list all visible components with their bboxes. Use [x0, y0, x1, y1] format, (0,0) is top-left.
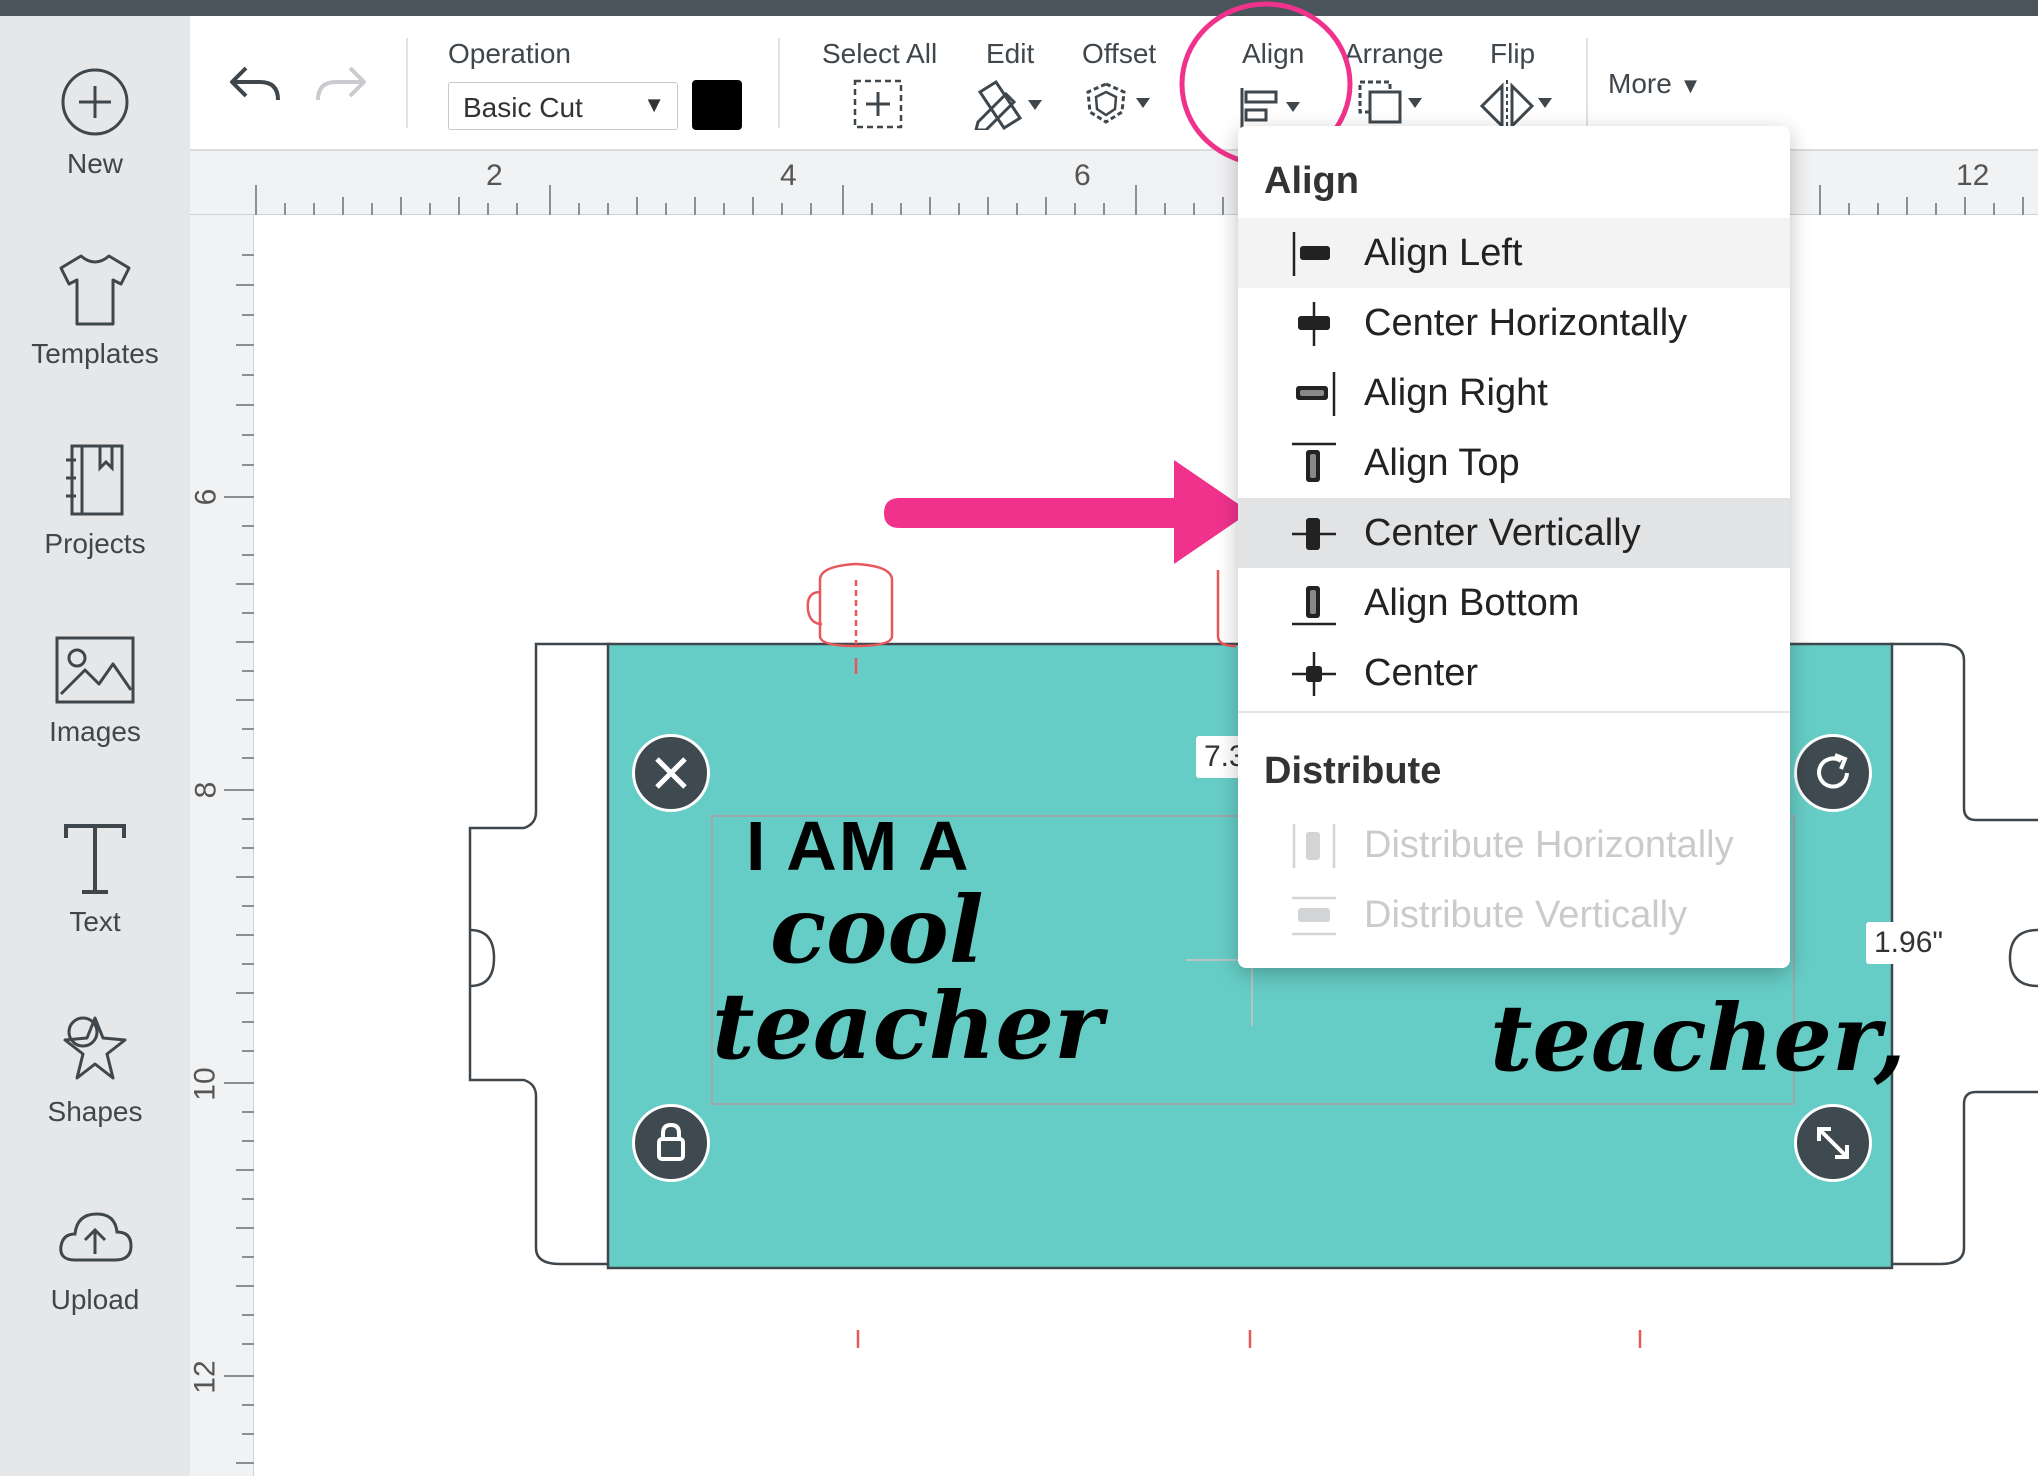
delete-handle[interactable]	[632, 734, 710, 812]
menu-item-label: Center Vertically	[1364, 512, 1641, 554]
design-text-line3: teacher	[712, 972, 1103, 1080]
menu-divider	[1238, 711, 1790, 713]
distribute-section-heading: Distribute	[1264, 750, 1442, 792]
distribute-horizontally-icon	[1292, 824, 1336, 868]
menu-item-label: Align Left	[1364, 232, 1523, 274]
resize-handle[interactable]	[1794, 1104, 1872, 1182]
lock-icon	[657, 1122, 685, 1161]
close-icon	[655, 757, 687, 789]
menu-item-label: Distribute Horizontally	[1364, 824, 1734, 866]
menu-item-align-right[interactable]: Align Right	[1238, 358, 1790, 428]
menu-item-align-bottom[interactable]: Align Bottom	[1238, 568, 1790, 638]
menu-item-label: Center Horizontally	[1364, 302, 1688, 344]
menu-item-center-vertically[interactable]: Center Vertically	[1238, 498, 1790, 568]
align-left-icon	[1292, 232, 1330, 276]
menu-item-center-horizontally[interactable]: Center Horizontally	[1238, 288, 1790, 358]
menu-item-align-left[interactable]: Align Left	[1238, 218, 1790, 288]
resize-diagonal-icon	[1817, 1127, 1849, 1159]
menu-item-label: Align Top	[1364, 442, 1520, 484]
menu-item-distribute-vertically[interactable]: Distribute Vertically	[1238, 880, 1790, 950]
height-readout: 1.96"	[1866, 922, 1952, 964]
menu-item-label: Center	[1364, 652, 1479, 694]
annotation-arrow	[884, 460, 1250, 564]
align-bottom-icon	[1292, 586, 1336, 626]
design-text-line1: I AM A	[746, 807, 971, 885]
align-right-icon	[1296, 372, 1336, 416]
design-text-right: teacher,	[1490, 984, 1906, 1092]
menu-item-center[interactable]: Center	[1238, 638, 1790, 708]
menu-item-distribute-horizontally[interactable]: Distribute Horizontally	[1238, 810, 1790, 880]
center-icon	[1292, 652, 1336, 696]
distribute-vertically-icon	[1292, 896, 1336, 936]
center-vertically-icon	[1292, 518, 1336, 550]
align-section-heading: Align	[1264, 160, 1359, 202]
menu-item-label: Align Bottom	[1364, 582, 1580, 624]
align-top-icon	[1292, 442, 1336, 482]
menu-item-align-top[interactable]: Align Top	[1238, 428, 1790, 498]
menu-item-label: Distribute Vertically	[1364, 894, 1688, 936]
align-dropdown-menu: Align Align Left Center Horizontally Ali…	[1238, 126, 1790, 968]
rotate-handle[interactable]	[1794, 734, 1872, 812]
menu-item-label: Align Right	[1364, 372, 1548, 414]
lock-handle[interactable]	[632, 1104, 710, 1182]
rotate-icon	[1817, 753, 1849, 789]
design-text-line2: cool	[770, 876, 984, 984]
center-horizontally-icon	[1298, 302, 1330, 346]
